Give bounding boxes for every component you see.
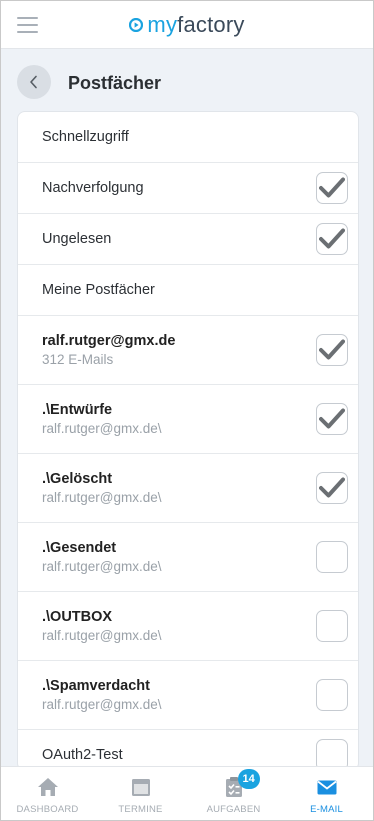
row-text: .\Gesendet ralf.rutger@gmx.de\ <box>42 540 162 574</box>
row-text: ralf.rutger@gmx.de 312 E-Mails <box>42 333 175 367</box>
home-icon <box>37 778 58 796</box>
hamburger-menu-icon[interactable] <box>17 17 38 33</box>
nav-label: TERMINE <box>118 804 163 815</box>
nav-label: DASHBOARD <box>16 804 79 815</box>
nav-item-tasks[interactable]: 14 AUFGABEN <box>187 767 280 820</box>
checkmark-icon <box>319 339 345 360</box>
folder-title: .\OUTBOX <box>42 609 113 625</box>
top-bar: myfactory <box>1 1 373 49</box>
row-label: Meine Postfächer <box>42 282 155 298</box>
folder-title: .\Entwürfe <box>42 402 113 418</box>
bottom-navigation: DASHBOARD TERMINE 14 AUFGABEN E-MAIL <box>1 766 373 820</box>
folder-title: .\Spamverdacht <box>42 678 150 694</box>
row-text: .\Gelöscht ralf.rutger@gmx.de\ <box>42 471 162 505</box>
folder-subtitle: ralf.rutger@gmx.de\ <box>42 697 162 712</box>
row-label: Schnellzugriff <box>42 129 129 145</box>
folder-title: .\Gesendet <box>42 540 117 556</box>
nav-item-email[interactable]: E-MAIL <box>280 767 373 820</box>
checkbox[interactable] <box>316 472 348 504</box>
logo-play-icon <box>129 17 144 32</box>
row-label: OAuth2-Test <box>42 747 123 763</box>
page-title: Postfächer <box>68 73 162 93</box>
back-button[interactable] <box>17 65 51 99</box>
checkbox[interactable] <box>316 679 348 711</box>
row-text: .\Entwürfe ralf.rutger@gmx.de\ <box>42 402 162 436</box>
task-count-badge: 14 <box>237 769 260 789</box>
mailbox-title: ralf.rutger@gmx.de <box>42 333 176 349</box>
checkmark-icon <box>319 477 345 498</box>
checkbox[interactable] <box>316 172 348 204</box>
app-frame: myfactory Postfächer Schnellzugriff Nach… <box>0 0 374 821</box>
list-item-folder-outbox[interactable]: .\OUTBOX ralf.rutger@gmx.de\ <box>18 592 358 661</box>
nav-item-dashboard[interactable]: DASHBOARD <box>1 767 94 820</box>
folder-subtitle: ralf.rutger@gmx.de\ <box>42 421 162 436</box>
mailbox-list: Schnellzugriff Nachverfolgung Ungelesen … <box>17 111 359 771</box>
row-label: Nachverfolgung <box>42 180 144 196</box>
list-item-unread[interactable]: Ungelesen <box>18 214 358 265</box>
folder-subtitle: ralf.rutger@gmx.de\ <box>42 559 162 574</box>
app-logo: myfactory <box>129 12 244 38</box>
folder-subtitle: ralf.rutger@gmx.de\ <box>42 628 162 643</box>
checkbox[interactable] <box>316 334 348 366</box>
checkmark-icon <box>319 228 345 249</box>
list-item-folder-drafts[interactable]: .\Entwürfe ralf.rutger@gmx.de\ <box>18 385 358 454</box>
title-bar: Postfächer <box>1 61 373 105</box>
checkmark-icon <box>319 408 345 429</box>
row-label: Ungelesen <box>42 231 112 247</box>
section-header-my-mailboxes: Meine Postfächer <box>18 265 358 316</box>
section-header-quick-access: Schnellzugriff <box>18 112 358 163</box>
nav-label: AUFGABEN <box>206 804 261 815</box>
list-item-folder-sent[interactable]: .\Gesendet ralf.rutger@gmx.de\ <box>18 523 358 592</box>
folder-title: .\Gelöscht <box>42 471 113 487</box>
list-item-follow-up[interactable]: Nachverfolgung <box>18 163 358 214</box>
checkbox[interactable] <box>316 610 348 642</box>
mail-icon <box>316 780 337 795</box>
logo-text: myfactory <box>147 11 245 37</box>
checkbox[interactable] <box>316 403 348 435</box>
mailbox-subtitle: 312 E-Mails <box>42 352 114 367</box>
chevron-left-icon <box>30 75 37 89</box>
row-text: .\Spamverdacht ralf.rutger@gmx.de\ <box>42 678 162 712</box>
list-item-oauth2-test[interactable]: OAuth2-Test <box>18 730 358 770</box>
list-item-mailbox[interactable]: ralf.rutger@gmx.de 312 E-Mails <box>18 316 358 385</box>
row-text: .\OUTBOX ralf.rutger@gmx.de\ <box>42 609 162 643</box>
list-item-folder-spam[interactable]: .\Spamverdacht ralf.rutger@gmx.de\ <box>18 661 358 730</box>
list-item-folder-deleted[interactable]: .\Gelöscht ralf.rutger@gmx.de\ <box>18 454 358 523</box>
folder-subtitle: ralf.rutger@gmx.de\ <box>42 490 162 505</box>
nav-label: E-MAIL <box>310 804 343 815</box>
checkbox[interactable] <box>316 223 348 255</box>
nav-item-appointments[interactable]: TERMINE <box>94 767 187 820</box>
calendar-icon <box>131 779 150 796</box>
checkmark-icon <box>319 177 345 198</box>
checkbox[interactable] <box>316 541 348 573</box>
